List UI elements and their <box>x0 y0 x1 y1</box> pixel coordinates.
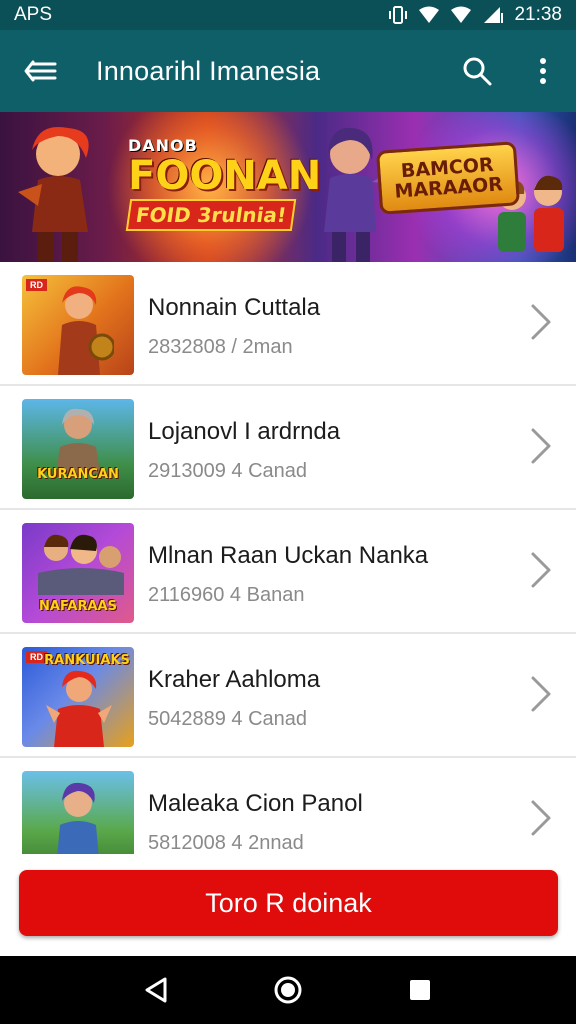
system-nav-bar <box>0 956 576 1024</box>
banner-badge: BAMCOR MARAAOR <box>375 141 521 215</box>
clock-label: 21:38 <box>514 4 562 25</box>
list-item[interactable]: Maleaka Cion Panol 5812008 4 2nnad <box>0 758 576 854</box>
banner-headline: DANOB FOONAN FOID 3rulnia! <box>125 136 322 231</box>
list-item-subtitle: 2116960 4 Banan <box>148 584 305 606</box>
list-item[interactable]: RD RANKUIAKS Kraher Aahloma 5042889 4 Ca… <box>0 634 576 758</box>
cta-container: Toro R doinak <box>0 854 576 956</box>
list-item[interactable]: RD Nonnain Cuttala 2832808 / 2man <box>0 262 576 386</box>
status-bar: APS 21:38 <box>0 0 576 30</box>
game-thumbnail: NAFARAAS <box>22 523 134 623</box>
thumb-label: KURANCAN <box>37 467 119 482</box>
thumb-label: NAFARAAS <box>39 599 117 614</box>
signal-icon <box>450 6 472 24</box>
nav-home-icon[interactable] <box>258 960 318 1020</box>
list-item-title: Lojanovl I ardrnda <box>148 418 341 445</box>
list-item-title: Nonnain Cuttala <box>148 294 321 321</box>
game-thumbnail: KURANCAN <box>22 399 134 499</box>
chevron-right-icon <box>531 800 551 836</box>
back-arrow-icon[interactable] <box>0 30 80 112</box>
promo-banner[interactable]: DANOB FOONAN FOID 3rulnia! BAMCOR MARAAO… <box>0 112 576 262</box>
list-item[interactable]: KURANCAN Lojanovl I ardrnda 2913009 4 Ca… <box>0 386 576 510</box>
search-icon[interactable] <box>444 30 510 112</box>
more-vert-icon[interactable] <box>510 30 576 112</box>
hero-warrior-left-icon <box>18 126 89 262</box>
game-list: RD Nonnain Cuttala 2832808 / 2man KURANC… <box>0 262 576 854</box>
chevron-right-icon <box>531 428 551 464</box>
page-title: Innoarihl Imanesia <box>96 55 321 86</box>
nav-back-icon[interactable] <box>126 960 186 1020</box>
game-thumbnail: RD <box>22 275 134 375</box>
chevron-right-icon <box>531 552 551 588</box>
thumb-label: RANKUIAKS <box>44 653 130 668</box>
thumb-badge: RD <box>26 279 47 291</box>
nav-recents-icon[interactable] <box>390 960 450 1020</box>
status-icons: 21:38 <box>388 4 562 26</box>
list-item-subtitle: 5812008 4 2nnad <box>148 832 304 854</box>
vibrate-icon <box>388 5 408 25</box>
primary-action-button[interactable]: Toro R doinak <box>19 870 558 936</box>
chevron-right-icon <box>531 304 551 340</box>
game-thumbnail: RD RANKUIAKS <box>22 647 134 747</box>
list-item-subtitle: 2832808 / 2man <box>148 336 293 358</box>
list-item-title: Kraher Aahloma <box>148 666 321 693</box>
chevron-right-icon <box>531 676 551 712</box>
game-thumbnail <box>22 771 134 854</box>
list-item-title: Maleaka Cion Panol <box>148 790 363 817</box>
carrier-label: APS <box>14 4 53 25</box>
battery-icon <box>482 5 504 25</box>
list-item-title: Mlnan Raan Uckan Nanka <box>148 542 429 569</box>
wifi-icon <box>418 6 440 24</box>
app-bar: Innoarihl Imanesia <box>0 30 576 112</box>
list-item-subtitle: 2913009 4 Canad <box>148 460 308 482</box>
banner-ribbon: FOID 3rulnia! <box>125 199 297 231</box>
list-item-subtitle: 5042889 4 Canad <box>148 708 308 730</box>
list-item[interactable]: NAFARAAS Mlnan Raan Uckan Nanka 2116960 … <box>0 510 576 634</box>
banner-big-text: FOONAN <box>128 153 322 199</box>
